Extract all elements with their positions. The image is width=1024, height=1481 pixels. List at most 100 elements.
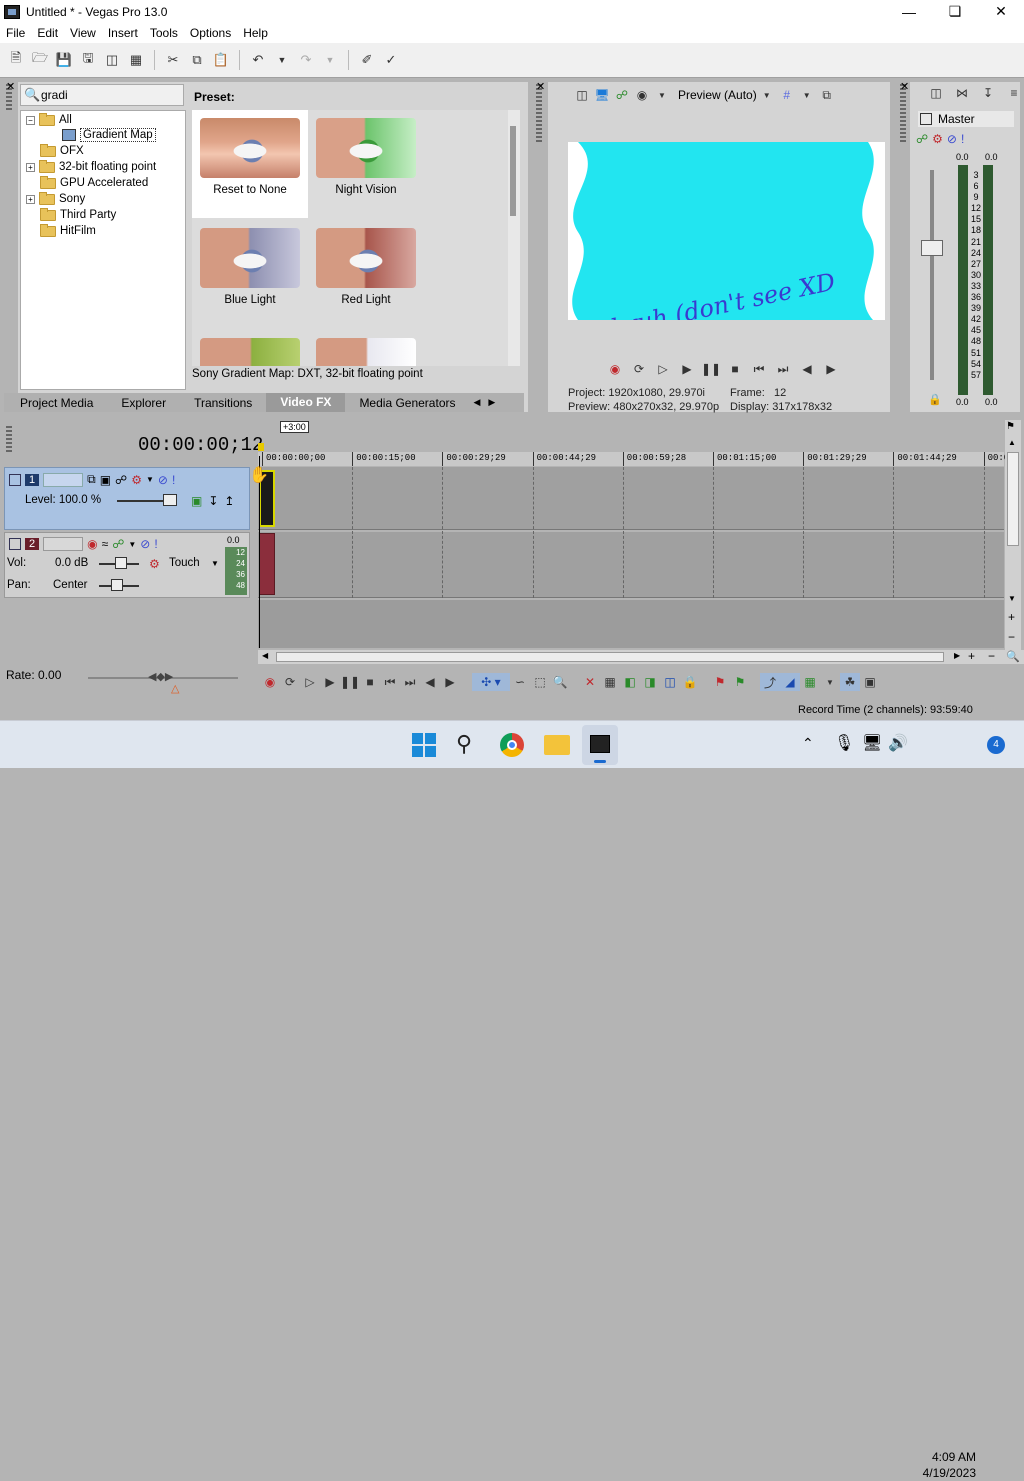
maximize-button[interactable]: ❏ bbox=[932, 0, 978, 23]
show-hidden-icons-icon[interactable]: ⌃ bbox=[802, 735, 814, 752]
track-fx-dropdown-icon[interactable]: ▼ bbox=[146, 475, 154, 484]
track-fx-dropdown-icon[interactable]: ▼ bbox=[128, 540, 136, 549]
go-to-start-icon[interactable]: ⏮ bbox=[380, 673, 400, 691]
envelope-edit-tool-icon[interactable]: ∽ bbox=[510, 673, 530, 691]
play-from-start-icon[interactable]: ▷ bbox=[653, 360, 673, 378]
tab-media-generators[interactable]: Media Generators bbox=[345, 396, 469, 410]
overlays-dropdown-icon[interactable]: ▼ bbox=[797, 86, 817, 104]
paste-icon[interactable]: 📋 bbox=[211, 50, 231, 70]
new-icon[interactable]: 🗎 bbox=[6, 50, 26, 70]
search-icon[interactable]: ⚲ bbox=[456, 731, 472, 757]
automation-dropdown-icon[interactable]: ▼ bbox=[211, 559, 219, 568]
trim-end-icon[interactable]: ◨ bbox=[640, 673, 660, 691]
loop-region-marker[interactable]: +3:00 bbox=[280, 421, 309, 433]
split-screen-icon[interactable]: ☍ bbox=[612, 86, 632, 104]
undo-icon[interactable]: ↶ bbox=[248, 50, 268, 70]
render-icon[interactable]: ◫ bbox=[102, 50, 122, 70]
selection-edit-tool-icon[interactable]: ⬚ bbox=[530, 673, 550, 691]
preset-red-light[interactable]: Red Light bbox=[308, 220, 424, 328]
track-lane-video[interactable] bbox=[258, 467, 1004, 530]
scroll-down-icon[interactable]: ▼ bbox=[1008, 594, 1016, 603]
copy-icon[interactable]: ⧉ bbox=[187, 50, 207, 70]
tab-project-media[interactable]: Project Media bbox=[4, 396, 107, 410]
preset-partial-1[interactable] bbox=[192, 330, 308, 366]
menu-options[interactable]: Options bbox=[184, 26, 237, 40]
mute-icon[interactable]: ⊘ bbox=[947, 132, 957, 146]
make-child-icon[interactable]: ↧ bbox=[208, 494, 218, 508]
zoom-edit-tool-icon[interactable]: 🔍 bbox=[550, 673, 570, 691]
close-panel-icon[interactable]: ✕ bbox=[900, 80, 909, 93]
enable-snapping-icon[interactable]: ⤴ bbox=[760, 673, 780, 691]
stop-icon[interactable]: ■ bbox=[360, 673, 380, 691]
expand-icon[interactable]: + bbox=[26, 194, 35, 204]
pause-icon[interactable]: ❚❚ bbox=[701, 360, 721, 378]
chrome-icon[interactable] bbox=[500, 733, 524, 757]
ignore-event-grouping-icon[interactable]: ▣ bbox=[860, 673, 880, 691]
marker-flag-icon[interactable]: ⚑ bbox=[1006, 421, 1015, 432]
lock-icon[interactable]: 🔒 bbox=[680, 673, 700, 691]
trim-start-icon[interactable]: ◧ bbox=[620, 673, 640, 691]
preview-quality-dropdown-icon[interactable]: ▼ bbox=[652, 86, 672, 104]
auto-ripple-icon[interactable]: ▦ bbox=[800, 673, 820, 691]
menu-file[interactable]: File bbox=[0, 26, 31, 40]
mute-icon[interactable]: ⊘ bbox=[158, 473, 168, 487]
cursor-marker-icon[interactable] bbox=[258, 443, 264, 451]
tree-item-ofx[interactable]: OFX bbox=[40, 143, 84, 159]
compositing-parent-icon[interactable]: ▣ bbox=[100, 473, 111, 487]
undo-dropdown-icon[interactable]: ▼ bbox=[272, 50, 292, 70]
start-icon[interactable] bbox=[412, 733, 436, 757]
tree-item-sony[interactable]: + Sony bbox=[26, 191, 85, 207]
play-icon[interactable]: ▶ bbox=[320, 673, 340, 691]
close-panel-icon[interactable]: ✕ bbox=[6, 80, 15, 93]
insert-fx-icon[interactable]: ☍ bbox=[916, 132, 928, 146]
expand-icon[interactable]: + bbox=[26, 162, 35, 172]
parent-icon[interactable]: ▣ bbox=[191, 494, 202, 508]
preset-partial-2[interactable] bbox=[308, 330, 424, 366]
menu-help[interactable]: Help bbox=[237, 26, 274, 40]
go-to-end-icon[interactable]: ⏭ bbox=[773, 360, 793, 378]
lock-envelopes-icon[interactable]: ☘ bbox=[840, 673, 860, 691]
horizontal-scroll-thumb[interactable] bbox=[276, 652, 944, 662]
next-frame-icon[interactable]: ▶ bbox=[440, 673, 460, 691]
vegas-taskbar-button[interactable] bbox=[582, 725, 618, 765]
empty-track-area[interactable] bbox=[258, 600, 1004, 648]
copy-snapshot-icon[interactable]: ⧉ bbox=[817, 86, 837, 104]
redo-dropdown-icon[interactable]: ▼ bbox=[320, 50, 340, 70]
track-fx-icon[interactable]: ☍ bbox=[112, 537, 124, 551]
solo-icon[interactable]: ! bbox=[961, 132, 964, 146]
downmix-icon[interactable]: ⋈ bbox=[952, 84, 972, 102]
motion-icon[interactable]: ☍ bbox=[115, 473, 127, 487]
insert-region-icon[interactable]: ⚑ bbox=[730, 673, 750, 691]
split-icon[interactable]: ◫ bbox=[660, 673, 680, 691]
lock-icon[interactable]: 🔒 bbox=[928, 393, 942, 406]
record-icon[interactable]: ◉ bbox=[605, 360, 625, 378]
tree-item-gpu[interactable]: GPU Accelerated bbox=[40, 175, 148, 191]
open-icon[interactable]: 🗁 bbox=[30, 50, 50, 70]
insert-marker-icon[interactable]: ⚑ bbox=[710, 673, 730, 691]
collapse-icon[interactable]: − bbox=[26, 115, 35, 125]
tab-explorer[interactable]: Explorer bbox=[107, 396, 180, 410]
next-frame-icon[interactable]: ▶ bbox=[821, 360, 841, 378]
preset-reset-to-none[interactable]: Reset to None bbox=[192, 110, 308, 218]
save-icon[interactable]: 💾 bbox=[54, 50, 74, 70]
auto-crossfades-icon[interactable]: ◢ bbox=[780, 673, 800, 691]
menu-tools[interactable]: Tools bbox=[144, 26, 184, 40]
network-icon[interactable]: 🖥 bbox=[862, 733, 882, 753]
properties-icon[interactable]: ▦ bbox=[126, 50, 146, 70]
arm-record-icon[interactable]: ◉ bbox=[87, 537, 97, 551]
tree-item-gradient-map[interactable]: Gradient Map bbox=[62, 127, 156, 143]
rate-slider-handle[interactable]: ◀◆▶ bbox=[148, 670, 173, 683]
track-fx-icon[interactable]: ⚙ bbox=[131, 473, 142, 487]
tabs-scroll-right-icon[interactable]: ▶ bbox=[484, 397, 499, 408]
stop-icon[interactable]: ■ bbox=[725, 360, 745, 378]
preview-mode-dropdown[interactable]: Preview (Auto) bbox=[678, 88, 757, 102]
automation-mode[interactable]: Touch bbox=[169, 557, 200, 569]
solo-icon[interactable]: ! bbox=[172, 473, 175, 487]
preview-mode-arrow-icon[interactable]: ▼ bbox=[757, 86, 777, 104]
mixer-properties-icon[interactable]: ◫ bbox=[926, 84, 946, 102]
master-fader-handle[interactable] bbox=[921, 240, 943, 256]
preview-quality-icon[interactable]: ◉ bbox=[632, 86, 652, 104]
previous-frame-icon[interactable]: ◀ bbox=[420, 673, 440, 691]
track-name-field[interactable] bbox=[43, 537, 84, 551]
tree-item-third-party[interactable]: Third Party bbox=[40, 207, 116, 223]
